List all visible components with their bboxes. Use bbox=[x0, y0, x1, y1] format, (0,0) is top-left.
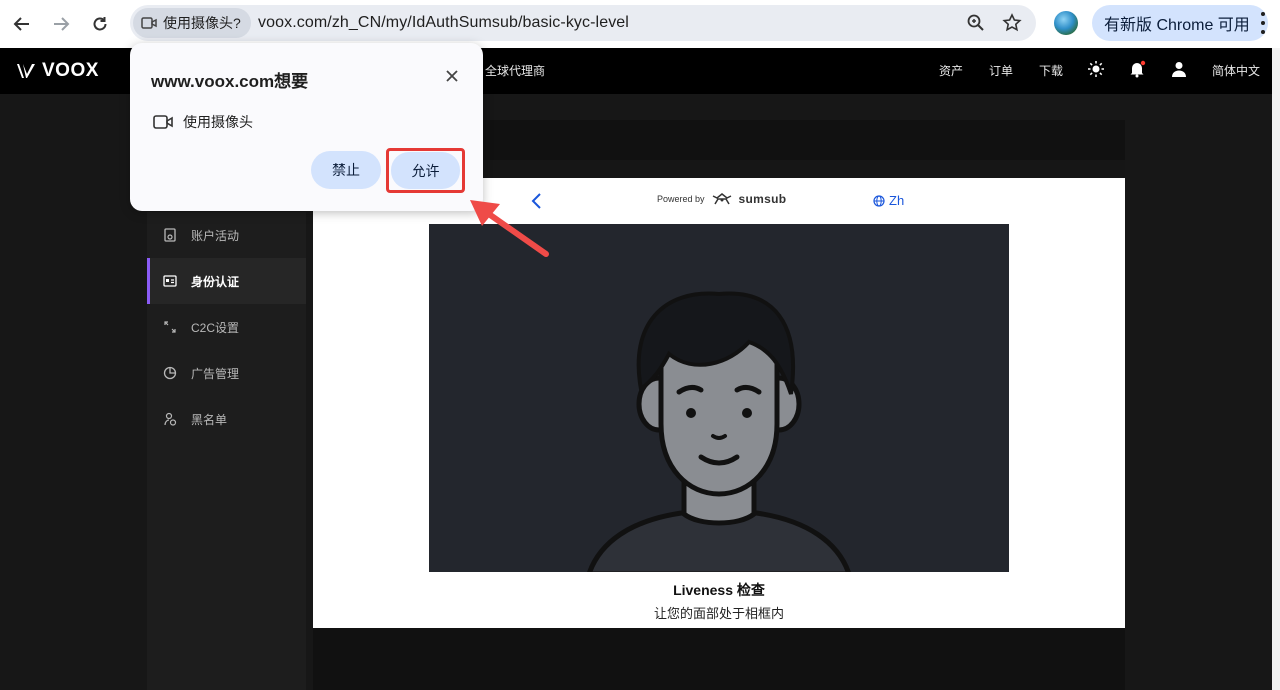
sumsub-brand: sumsub bbox=[738, 192, 787, 206]
camera-permission-dialog: www.voox.com想要 使用摄像头 禁止 允许 bbox=[130, 43, 483, 211]
globe-icon bbox=[873, 194, 885, 207]
back-button[interactable] bbox=[8, 10, 36, 38]
powered-by-label: Powered by bbox=[657, 194, 705, 204]
logo-text: VOOX bbox=[42, 60, 99, 81]
forward-button[interactable] bbox=[47, 10, 75, 38]
face-placeholder-illustration bbox=[587, 291, 851, 572]
address-bar[interactable]: 使用摄像头? voox.com/zh_CN/my/IdAuthSumsub/ba… bbox=[130, 5, 1036, 41]
liveness-subtitle: 让您的面部处于相框内 bbox=[653, 606, 784, 621]
content-footer bbox=[313, 628, 1125, 690]
chrome-update-button[interactable]: 有新版 Chrome 可用 bbox=[1092, 5, 1268, 41]
reload-icon bbox=[93, 17, 107, 31]
id-card-icon bbox=[163, 274, 177, 288]
liveness-title: Liveness 检查 bbox=[673, 582, 765, 598]
sidebar-item-c2c-settings[interactable]: C2C设置 bbox=[147, 304, 306, 350]
scrollbar-track bbox=[1272, 48, 1280, 690]
video-camera-icon bbox=[153, 115, 173, 129]
close-icon[interactable] bbox=[444, 68, 460, 84]
zoom-icon[interactable] bbox=[966, 13, 986, 33]
sidebar: 账户活动 身份认证 C2C设置 广告管理 黑名单 bbox=[147, 212, 306, 690]
sumsub-language-selector[interactable]: Zh bbox=[873, 193, 904, 208]
voox-logo[interactable]: VOOX bbox=[16, 60, 99, 82]
sun-icon[interactable] bbox=[1087, 60, 1105, 78]
exchange-icon bbox=[163, 320, 177, 334]
more-menu-icon[interactable] bbox=[1260, 12, 1266, 34]
browser-toolbar: 使用摄像头? voox.com/zh_CN/my/IdAuthSumsub/ba… bbox=[0, 0, 1280, 48]
profile-avatar[interactable] bbox=[1054, 11, 1078, 35]
sidebar-item-label: 广告管理 bbox=[191, 366, 240, 381]
sidebar-item-ad-management[interactable]: 广告管理 bbox=[147, 350, 306, 396]
sidebar-item-label: 身份认证 bbox=[191, 274, 240, 289]
user-icon[interactable] bbox=[1170, 60, 1188, 78]
sidebar-item-account-activity[interactable]: 账户活动 bbox=[147, 212, 306, 258]
sidebar-item-blacklist[interactable]: 黑名单 bbox=[147, 396, 306, 442]
camera-preview bbox=[429, 224, 1009, 572]
nav-download[interactable]: 下载 bbox=[1039, 62, 1063, 79]
bookmark-star-icon[interactable] bbox=[1002, 13, 1022, 33]
nav-assets[interactable]: 资产 bbox=[939, 62, 963, 79]
reload-button[interactable] bbox=[86, 10, 114, 38]
permission-chip-label: 使用摄像头? bbox=[163, 15, 241, 31]
pie-chart-icon bbox=[163, 366, 177, 380]
powered-by-sumsub: Powered by sumsub bbox=[657, 192, 786, 206]
allow-button[interactable]: 允许 bbox=[391, 152, 460, 189]
sidebar-item-identity-verification[interactable]: 身份认证 bbox=[147, 258, 306, 304]
annotation-arrow bbox=[470, 200, 549, 257]
arrow-right-icon bbox=[54, 17, 70, 31]
video-camera-icon bbox=[141, 17, 157, 29]
camera-permission-chip[interactable]: 使用摄像头? bbox=[133, 8, 251, 38]
sumsub-logo-icon bbox=[712, 193, 731, 205]
update-label: 有新版 Chrome 可用 bbox=[1104, 17, 1250, 34]
arrow-left-icon bbox=[13, 17, 29, 31]
user-block-icon bbox=[163, 412, 177, 426]
dialog-title: www.voox.com想要 bbox=[151, 72, 309, 91]
sidebar-item-label: C2C设置 bbox=[191, 320, 240, 335]
sumsub-language-label: Zh bbox=[889, 193, 905, 208]
voox-logo-icon bbox=[17, 64, 35, 78]
bell-icon[interactable] bbox=[1128, 60, 1146, 78]
block-button[interactable]: 禁止 bbox=[311, 151, 381, 189]
clipboard-icon bbox=[163, 228, 177, 242]
language-selector[interactable]: 简体中文 bbox=[1212, 62, 1260, 79]
permission-label: 使用摄像头 bbox=[183, 114, 253, 130]
permission-row: 使用摄像头 bbox=[153, 112, 253, 132]
sidebar-item-label: 账户活动 bbox=[191, 228, 240, 243]
sidebar-item-label: 黑名单 bbox=[191, 412, 228, 427]
url-text: voox.com/zh_CN/my/IdAuthSumsub/basic-kyc… bbox=[258, 14, 629, 31]
nav-orders[interactable]: 订单 bbox=[989, 62, 1013, 79]
nav-global-agent[interactable]: 全球代理商 bbox=[485, 62, 545, 79]
